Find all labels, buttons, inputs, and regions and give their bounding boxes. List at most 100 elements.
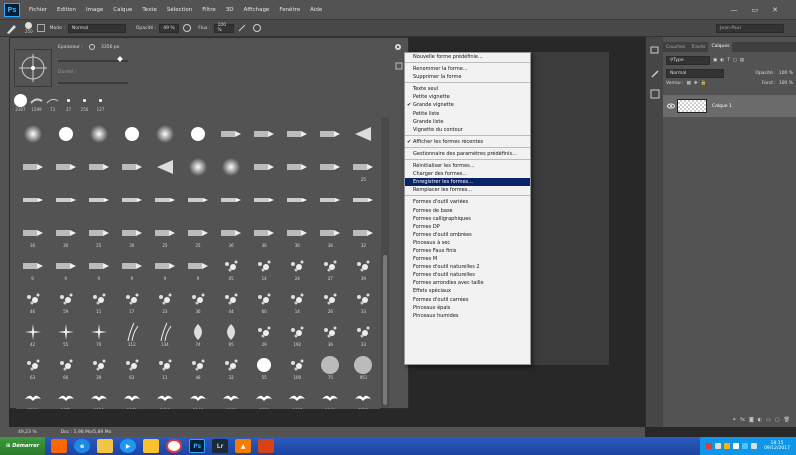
brush-preset[interactable]: 36 bbox=[215, 216, 248, 249]
menu-fenetre[interactable]: Fenêtre bbox=[279, 7, 300, 13]
brush-preset[interactable]: 1348 bbox=[181, 381, 214, 409]
workspace-field[interactable]: Jean-Paul bbox=[716, 24, 784, 33]
maximize-button[interactable]: ▭ bbox=[752, 6, 759, 14]
orange-app-icon[interactable] bbox=[51, 439, 68, 453]
brush-preset[interactable] bbox=[181, 150, 214, 183]
brush-preset[interactable]: 1999 bbox=[248, 381, 281, 409]
brush-preset[interactable] bbox=[248, 183, 281, 216]
minimize-button[interactable]: — bbox=[731, 6, 738, 14]
brush-preset[interactable]: 11 bbox=[148, 348, 181, 381]
brush-preset[interactable]: 36 bbox=[314, 216, 347, 249]
fill-field[interactable]: 100 % bbox=[779, 81, 793, 86]
recent-brush[interactable]: 256 bbox=[78, 94, 91, 112]
folder-icon[interactable] bbox=[143, 439, 160, 453]
grid-scrollbar-thumb[interactable] bbox=[383, 255, 387, 405]
panel-gear-icon[interactable] bbox=[393, 42, 403, 52]
brush-preset[interactable]: 33 bbox=[347, 282, 380, 315]
menu-item[interactable]: Formes arrondies avec taille bbox=[405, 279, 530, 287]
menu-item[interactable]: Charger des formes... bbox=[405, 170, 530, 178]
pressure-size-icon[interactable] bbox=[252, 23, 262, 33]
brush-preset[interactable]: 75 bbox=[314, 348, 347, 381]
brush-preset[interactable]: 2990 bbox=[148, 381, 181, 409]
brush-preset[interactable] bbox=[314, 117, 347, 150]
group-icon[interactable]: ▭ bbox=[766, 417, 771, 427]
menu-affichage[interactable]: Affichage bbox=[243, 7, 269, 13]
brush-preset[interactable]: 134 bbox=[148, 315, 181, 348]
new-preset-icon[interactable] bbox=[395, 62, 403, 70]
menu-item[interactable]: Vignette du contour bbox=[405, 126, 530, 134]
brush-preset[interactable] bbox=[347, 117, 380, 150]
brush-preset[interactable]: 14 bbox=[281, 282, 314, 315]
brush-settings-icon[interactable] bbox=[650, 69, 660, 79]
brush-preset[interactable] bbox=[181, 117, 214, 150]
brush-preset[interactable] bbox=[115, 150, 148, 183]
recent-brush[interactable]: 2307 bbox=[14, 94, 27, 112]
hardness-slider[interactable] bbox=[58, 82, 128, 84]
brush-angle-preview[interactable] bbox=[14, 49, 52, 87]
menu-item[interactable]: Pinceaux à sec bbox=[405, 239, 530, 247]
menu-image[interactable]: Image bbox=[86, 7, 103, 13]
brush-preset[interactable]: 25 bbox=[181, 216, 214, 249]
brush-preset[interactable]: 36 bbox=[181, 282, 214, 315]
recent-brush[interactable]: 73 bbox=[46, 94, 59, 112]
brush-preset[interactable]: 1999 bbox=[215, 381, 248, 409]
brush-preset[interactable]: 48 bbox=[181, 348, 214, 381]
brush-preset[interactable] bbox=[82, 117, 115, 150]
tray-icon[interactable] bbox=[742, 443, 749, 449]
brush-preset[interactable]: 25 bbox=[347, 150, 380, 183]
brush-preset[interactable] bbox=[347, 183, 380, 216]
brush-preset[interactable]: 26 bbox=[314, 282, 347, 315]
brush-preset[interactable]: 951 bbox=[347, 348, 380, 381]
brush-preset[interactable] bbox=[248, 150, 281, 183]
filter-type-icon[interactable]: T bbox=[727, 58, 730, 63]
tray-icon[interactable] bbox=[706, 443, 713, 449]
menu-item[interactable]: Pinceaux humides bbox=[405, 312, 530, 320]
menu-3d[interactable]: 3D bbox=[226, 7, 234, 13]
brush-preset[interactable]: 9 bbox=[16, 249, 49, 282]
brush-preset[interactable] bbox=[148, 183, 181, 216]
recent-brush[interactable]: 1599 bbox=[30, 94, 43, 112]
blend-mode-select[interactable]: Normal bbox=[666, 68, 724, 78]
brush-preset-picker[interactable]: 250 bbox=[25, 22, 33, 34]
tray-icon[interactable] bbox=[733, 443, 740, 449]
airbrush-icon[interactable] bbox=[237, 23, 247, 33]
lock-position-icon[interactable]: ✥ bbox=[694, 81, 698, 86]
menu-item[interactable]: Formes d'outil ombrées bbox=[405, 231, 530, 239]
brush-preset[interactable] bbox=[314, 183, 347, 216]
menu-item[interactable]: Formes DP bbox=[405, 223, 530, 231]
brush-preset[interactable]: 2108 bbox=[16, 381, 49, 409]
menu-fichier[interactable]: Fichier bbox=[29, 7, 47, 13]
brush-preset[interactable]: 36 bbox=[314, 315, 347, 348]
volume-icon[interactable] bbox=[751, 443, 758, 449]
brush-preset[interactable]: 44 bbox=[215, 282, 248, 315]
layer-style-icon[interactable]: fx bbox=[740, 417, 745, 427]
brush-preset[interactable] bbox=[49, 183, 82, 216]
menu-aide[interactable]: Aide bbox=[310, 7, 322, 13]
history-icon[interactable] bbox=[650, 45, 660, 55]
menu-item[interactable]: Formes Faux finis bbox=[405, 247, 530, 255]
brush-preset[interactable]: 70 bbox=[82, 315, 115, 348]
mode-select[interactable]: Normal bbox=[67, 23, 126, 33]
tab-traces[interactable]: Tracés bbox=[688, 45, 708, 50]
brush-preset[interactable]: 39 bbox=[347, 249, 380, 282]
brush-preset[interactable] bbox=[215, 117, 248, 150]
brush-preset[interactable]: 36 bbox=[248, 216, 281, 249]
brush-preset[interactable]: 63 bbox=[115, 348, 148, 381]
menu-item[interactable]: Formes d'outil variées bbox=[405, 198, 530, 206]
delete-layer-icon[interactable]: 🗑 bbox=[784, 417, 790, 427]
brush-panel-toggle-icon[interactable] bbox=[36, 24, 45, 32]
menu-item[interactable]: Formes d'outil naturelles bbox=[405, 271, 530, 279]
brush-preset[interactable]: 9 bbox=[49, 249, 82, 282]
menu-item[interactable]: Texte seul bbox=[405, 85, 530, 93]
brush-preset[interactable]: 60 bbox=[248, 282, 281, 315]
brush-preset[interactable]: 33 bbox=[347, 315, 380, 348]
menu-item[interactable]: ✔ Grande vignette bbox=[405, 101, 530, 109]
brush-preset[interactable]: 9 bbox=[115, 249, 148, 282]
paint-icon[interactable] bbox=[258, 439, 275, 453]
brush-preset[interactable]: 100 bbox=[281, 348, 314, 381]
pressure-opacity-icon[interactable] bbox=[182, 23, 192, 33]
size-value[interactable]: 3356 px bbox=[101, 45, 119, 50]
filter-pixel-icon[interactable]: ▣ bbox=[713, 58, 717, 63]
brush-preset[interactable]: 23 bbox=[148, 282, 181, 315]
menu-item[interactable]: Petite liste bbox=[405, 110, 530, 118]
